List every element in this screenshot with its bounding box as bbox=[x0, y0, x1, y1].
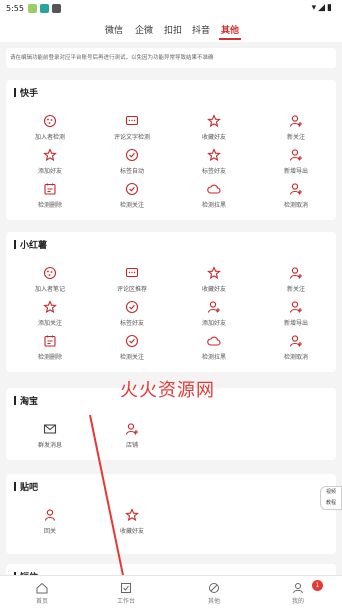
red-arrow-annotation bbox=[89, 414, 130, 592]
nav-label: 首页 bbox=[35, 598, 48, 605]
workbench-icon bbox=[121, 583, 131, 593]
nav-other[interactable]: 其他 bbox=[184, 582, 244, 605]
nav-label: 我的 bbox=[291, 598, 304, 605]
notification-badge: 1 bbox=[312, 580, 323, 591]
nav-workbench[interactable]: 工作台 bbox=[96, 582, 156, 605]
nav-label: 工作台 bbox=[116, 598, 135, 605]
user-icon bbox=[293, 583, 303, 594]
bottom-nav: 首页 工作台 其他 我的 1 bbox=[0, 575, 342, 609]
other-icon bbox=[209, 583, 219, 593]
home-icon bbox=[36, 582, 48, 594]
nav-home[interactable]: 首页 bbox=[12, 582, 72, 605]
nav-label: 其他 bbox=[207, 598, 220, 605]
